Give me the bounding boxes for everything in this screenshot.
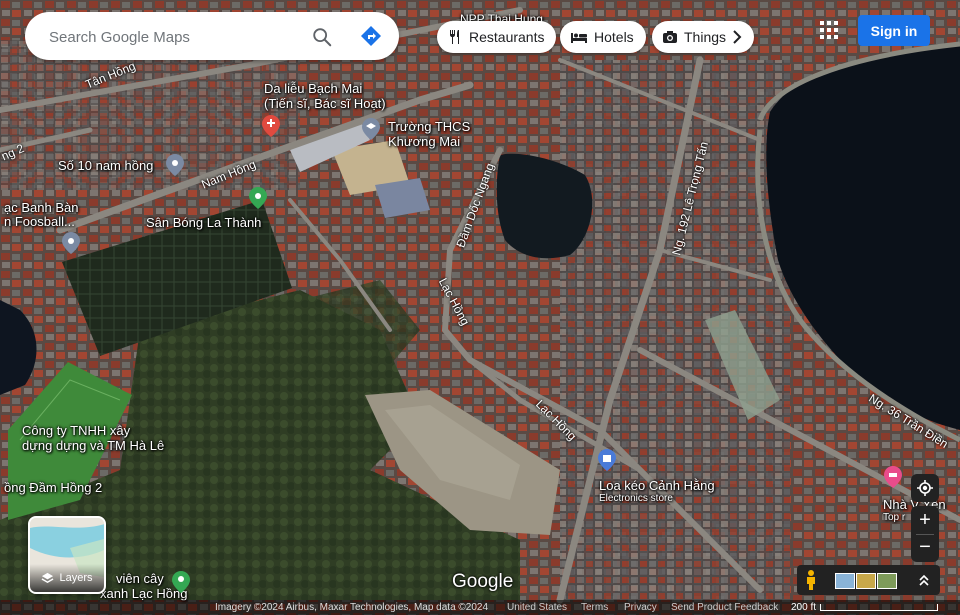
privacy-link[interactable]: Privacy [624, 600, 657, 615]
search-input[interactable] [47, 24, 311, 50]
place-label-san-bong-la-thanh[interactable]: Sân Bóng La Thành [146, 215, 261, 230]
place-label-vien-cay[interactable]: viên cây [116, 571, 164, 586]
fork-knife-icon [450, 30, 459, 44]
layers-icon [42, 572, 54, 583]
chip-hotels[interactable]: Hotels [560, 21, 646, 53]
place-label-cong-ty-subtitle: dựng dựng và TM Hà Lê [22, 438, 165, 453]
place-label-foosball: n Foosball... [4, 214, 75, 229]
chevron-up-icon[interactable] [917, 572, 931, 588]
place-label-truong-thcs[interactable]: Trường THCS [388, 119, 470, 134]
imagery-thumb-2[interactable] [856, 573, 876, 589]
google-logo: Google [452, 571, 514, 592]
terms-link[interactable]: Terms [581, 600, 608, 615]
chip-label: Hotels [594, 29, 634, 45]
zoom-control: + − [911, 506, 939, 562]
scale-label[interactable]: 200 ft [791, 600, 816, 615]
country-link[interactable]: United States [507, 600, 567, 615]
place-label-da-lieu-bach-mai[interactable]: Da liễu Bạch Mai [264, 81, 362, 96]
lodging-pin-icon[interactable] [884, 466, 902, 488]
place-label-cong-ty-tnhh[interactable]: Công ty TNHH xây [22, 423, 130, 438]
hospital-pin-icon[interactable] [262, 115, 280, 137]
place-category-electronics: Electronics store [599, 493, 673, 504]
attribution-bar: Imagery ©2024 Airbus, Maxar Technologies… [0, 600, 960, 615]
place-label-so-10-nam-hong[interactable]: Số 10 nam hồng [58, 158, 153, 173]
place-pin-icon[interactable] [166, 154, 184, 176]
my-location-icon [917, 480, 933, 496]
layers-label: Layers [59, 572, 93, 584]
shopping-pin-icon[interactable] [598, 449, 616, 471]
layers-button[interactable]: Layers [28, 516, 106, 594]
chip-label: Things [684, 29, 727, 45]
directions-icon[interactable] [359, 24, 383, 48]
feedback-link[interactable]: Send Product Feedback [671, 600, 778, 615]
sign-in-button[interactable]: Sign in [858, 15, 930, 46]
scale-bar [820, 604, 938, 611]
chip-label: Restaurants [469, 29, 545, 45]
place-pin-icon[interactable] [62, 232, 80, 254]
school-pin-icon[interactable] [362, 118, 380, 140]
satellite-imagery [0, 0, 960, 615]
chevron-right-icon[interactable] [724, 24, 750, 50]
zoom-out-button[interactable]: − [919, 535, 931, 562]
place-label-banh-ban[interactable]: ạc Banh Bàn [4, 200, 78, 215]
apps-grid-icon[interactable] [819, 20, 839, 40]
place-label-da-lieu-subtitle: (Tiến sĩ, Bác sĩ Hoạt) [264, 96, 386, 111]
street-view-bar [797, 565, 940, 595]
my-location-button[interactable] [911, 474, 939, 502]
layers-label-bar: Layers [30, 564, 104, 592]
place-label-loa-keo-canh-hang[interactable]: Loa kéo Cảnh Hằng [599, 478, 715, 493]
place-label-khuong-mai: Khương Mai [388, 134, 461, 149]
search-icon[interactable] [311, 26, 333, 48]
search-box [25, 12, 399, 60]
zoom-in-button[interactable]: + [919, 507, 931, 534]
place-label-dam-hong-2[interactable]: ồng Đầm Hồng 2 [4, 480, 102, 495]
sports-pin-icon[interactable] [249, 187, 267, 209]
imagery-thumb-3[interactable] [877, 573, 897, 589]
imagery-attribution: Imagery ©2024 Airbus, Maxar Technologies… [215, 602, 489, 613]
satellite-map[interactable]: NPP Thai Hung Da liễu Bạch Mai (Tiến sĩ,… [0, 0, 960, 615]
bed-icon [571, 33, 587, 43]
park-pin-icon[interactable] [172, 571, 190, 593]
camera-icon [663, 31, 677, 43]
place-label-top-rated: Top r [883, 512, 906, 523]
pegman-icon[interactable] [803, 569, 819, 591]
chip-restaurants[interactable]: Restaurants [437, 21, 557, 53]
imagery-thumb-1[interactable] [835, 573, 855, 589]
